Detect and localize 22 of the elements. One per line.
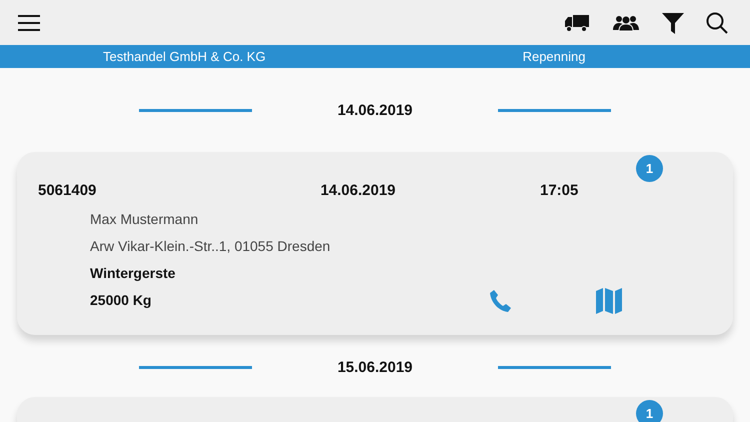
date-heading: 15.06.2019: [336, 358, 414, 376]
count-badge: 1: [636, 400, 663, 422]
address: Arw Vikar-Klein.-Str..1, 01055 Dresden: [90, 238, 332, 255]
map-icon[interactable]: [595, 286, 624, 314]
order-card[interactable]: 1 5061409 14.06.2019 17:05 Max Mustermann Arw Vikar-Klein.-Str..1, 01055 Dresden Wintergerste 25000 Kg: [17, 152, 733, 335]
people-icon[interactable]: [612, 14, 640, 32]
weight: 25000 Kg: [90, 292, 152, 309]
menu-icon[interactable]: [17, 14, 41, 30]
filter-icon[interactable]: [662, 12, 684, 34]
user-name: Repenning: [522, 49, 586, 64]
order-number: 5061409: [38, 182, 98, 200]
company-name: Testhandel GmbH & Co. KG: [103, 49, 266, 64]
search-icon[interactable]: [706, 12, 728, 34]
count-badge: 1: [636, 155, 663, 182]
customer-name: Max Mustermann: [90, 211, 200, 228]
order-time: 17:05: [540, 182, 578, 200]
truck-icon[interactable]: [564, 14, 590, 32]
order-date: 14.06.2019: [319, 182, 397, 200]
order-card[interactable]: 1: [17, 397, 733, 422]
product-name: Wintergerste: [90, 265, 176, 282]
date-heading: 14.06.2019: [336, 102, 414, 118]
phone-icon[interactable]: [489, 288, 514, 312]
